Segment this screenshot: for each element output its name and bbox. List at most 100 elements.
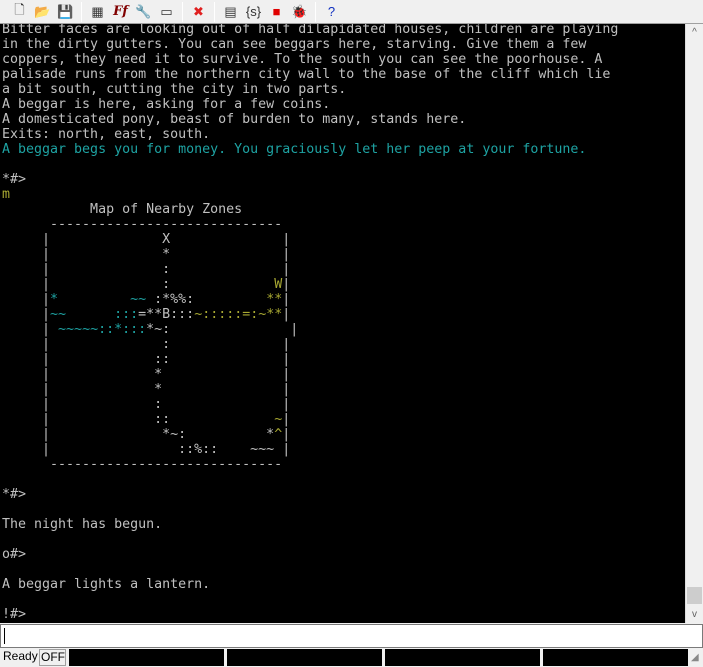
scroll-up-button[interactable]: ^ [686,24,703,41]
output-line: | *~: *^| [2,427,618,442]
command-input[interactable] [0,624,703,648]
open-folder-icon[interactable]: 📂 [31,1,54,23]
output-segment: ~~ [130,292,147,307]
toolbar-separator [182,1,183,22]
output-line: ----------------------------- [2,217,618,232]
output-segment: *#> [2,487,27,502]
output-segment [58,292,130,307]
status-pane-1 [69,649,224,666]
output-segment: Exits: north, east, south. [2,127,211,142]
output-segment: ~:::::=:~** [194,307,283,322]
output-line: |~~ :::=**B:::~:::::=:~**| [2,307,618,322]
output-segment: | [282,307,291,322]
output-segment: ----------------------------- [2,457,283,472]
output-segment: | [2,322,59,337]
output-segment: | *~: * [2,427,275,442]
stop-icon[interactable]: ■ [265,1,288,23]
output-line: | ::%:: ~~~ | [2,442,618,457]
output-line: | * | [2,367,618,382]
output-segment [66,307,114,322]
output-segment: !#> [2,607,27,622]
output-segment: ~~ [50,307,67,322]
output-line: A beggar begs you for money. You graciou… [2,142,618,157]
output-segment: ~ [274,412,283,427]
output-line: | X | [2,232,618,247]
toolbar-separator [81,1,82,22]
output-line: Map of Nearby Zones [2,202,618,217]
output-line: Bitter faces are looking out of half dil… [2,24,618,37]
output-segment: Bitter faces are looking out of half dil… [2,24,619,37]
status-pane-4 [543,649,688,666]
output-segment: *#> [2,172,27,187]
save-icon[interactable]: 💾 [54,1,77,23]
output-segment: | : [2,277,275,292]
status-bar: Ready OFF ◢ [0,648,703,667]
output-segment: ~~~~~::*::: [58,322,147,337]
output-line: A beggar is here, asking for a few coins… [2,97,618,112]
output-segment: W [274,277,283,292]
output-segment: coppers, they need it to survive. To the… [2,52,603,67]
output-line: | :: ~| [2,412,618,427]
output-line: in the dirty gutters. You can see beggar… [2,37,618,52]
output-segment: :*%%: [146,292,267,307]
new-file-icon[interactable]: 🗋 [8,1,31,23]
window-icon[interactable]: ▭ [155,1,178,23]
output-segment: ----------------------------- [2,217,283,232]
output-segment: a bit south, cutting the city in two par… [2,82,347,97]
output-segment: in the dirty gutters. You can see beggar… [2,37,587,52]
output-segment: A beggar begs you for money. You graciou… [2,142,587,157]
output-segment: | * | [2,382,291,397]
output-segment: | [2,292,51,307]
output-line: palisade runs from the northern city wal… [2,67,618,82]
output-segment: | : | [2,262,291,277]
help-icon[interactable]: ? [320,1,343,23]
output-line: | * | [2,382,618,397]
output-line: | : | [2,337,618,352]
resize-grip-icon[interactable]: ◢ [691,652,699,663]
output-line: | * | [2,247,618,262]
colors-icon[interactable]: ▦ [86,1,109,23]
status-mode: OFF [39,649,66,666]
vertical-scrollbar[interactable]: ^ v [685,24,703,623]
scroll-thumb[interactable] [687,587,702,604]
output-segment: * [50,292,59,307]
output-line: | : | [2,397,618,412]
output-segment: | * | [2,247,291,262]
output-line: | : | [2,262,618,277]
bug-icon[interactable]: 🐞 [288,1,311,23]
output-segment: ^ [274,427,283,442]
font-icon[interactable]: Ff [109,1,132,23]
terminal-icon[interactable]: ▤ [219,1,242,23]
output-segment: | [2,307,51,322]
output-window: Bitter faces are looking out of half dil… [0,24,685,623]
output-segment: | : | [2,337,291,352]
output-segment: m [2,187,11,202]
output-text: Bitter faces are looking out of half dil… [2,24,618,622]
disconnect-icon[interactable]: ✖ [187,1,210,23]
output-line: m [2,187,618,202]
status-pane-3 [385,649,540,666]
output-segment: | ::%:: ~~~ | [2,442,291,457]
toolbar: 🗋 📂 💾 ▦ Ff 🔧 ▭ ✖ ▤ {s} ■ 🐞? [0,0,703,24]
text-caret [4,628,5,644]
output-segment: palisade runs from the northern city wal… [2,67,611,82]
output-line: The night has begun. [2,517,618,532]
toolbar-separator [315,1,316,22]
output-line: Exits: north, east, south. [2,127,618,142]
script-icon[interactable]: {s} [242,1,265,23]
wrench-icon[interactable]: 🔧 [132,1,155,23]
output-segment: | : | [2,397,291,412]
output-segment: | [170,322,299,337]
output-line: ----------------------------- [2,457,618,472]
output-line: !#> [2,607,618,622]
output-segment: *~: [146,322,171,337]
output-segment: The night has begun. [2,517,163,532]
output-line: A domesticated pony, beast of burden to … [2,112,618,127]
scroll-down-button[interactable]: v [686,606,703,623]
output-segment: o#> [2,547,27,562]
output-segment: | :: | [2,352,291,367]
